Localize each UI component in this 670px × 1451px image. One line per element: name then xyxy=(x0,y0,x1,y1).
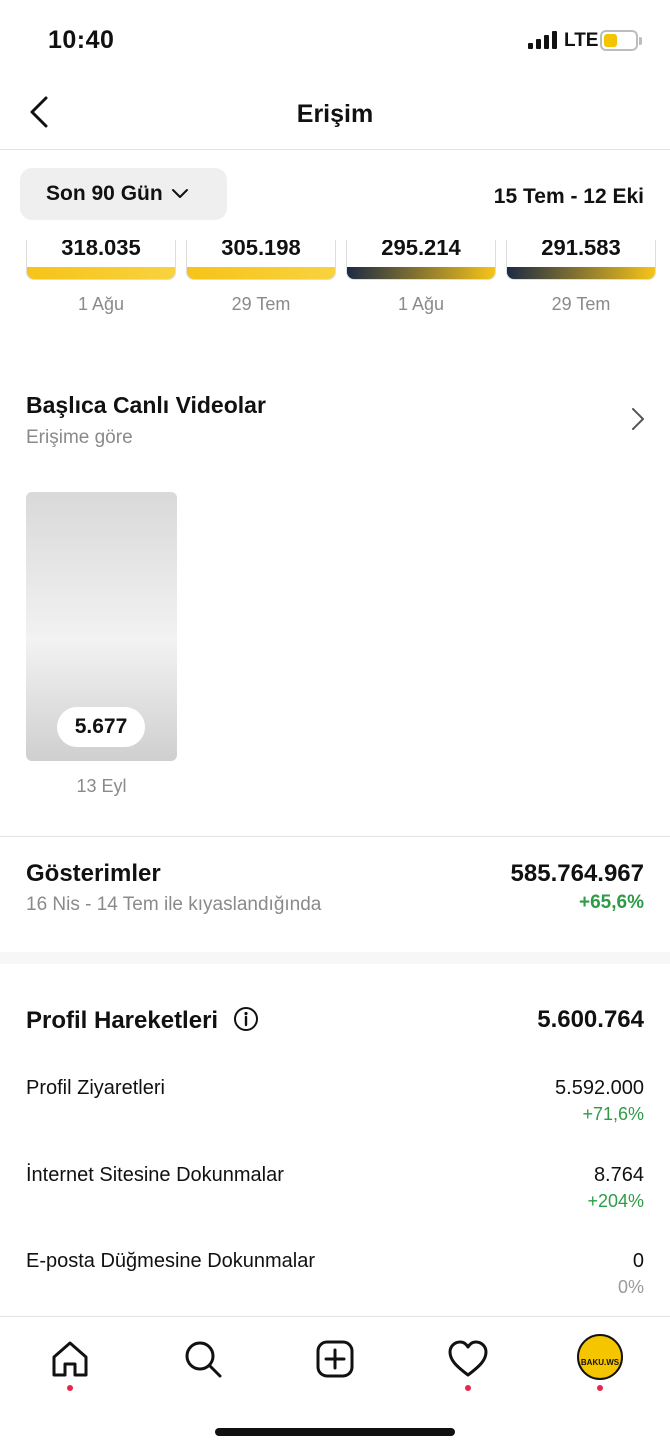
metric-value-block: 0 0% xyxy=(618,1250,644,1298)
date-range-dropdown[interactable]: Son 90 Gün xyxy=(20,168,227,220)
thumbnail-value: 295.214 xyxy=(381,240,461,260)
thumbnail-date: 1 Ağu xyxy=(77,294,125,314)
top-content-strip: 318.035 305.198 295.214 291.583 xyxy=(0,240,670,280)
thumbnail-date: 1 Ağu xyxy=(397,294,445,314)
home-tab[interactable] xyxy=(48,1337,92,1381)
profile-activity-title: Profil Hareketleri xyxy=(26,1007,219,1034)
thumbnail-dates: 1 Ağu 29 Tem 1 Ağu 29 Tem xyxy=(0,294,670,318)
home-indicator xyxy=(215,1428,455,1436)
heart-icon xyxy=(448,1340,488,1377)
status-bar: 10:40 LTE xyxy=(0,0,670,80)
activity-tab[interactable] xyxy=(446,1337,490,1381)
navigation-bar: Erişim xyxy=(0,80,670,150)
live-video-date: 13 Eyl xyxy=(76,776,127,796)
battery-icon xyxy=(600,30,642,51)
date-range-text: 15 Tem - 12 Eki xyxy=(493,185,644,208)
signal-icon xyxy=(528,31,560,49)
metric-change: 0% xyxy=(617,1277,644,1297)
status-time: 10:40 xyxy=(48,26,115,54)
content-thumbnail[interactable]: 295.214 xyxy=(346,240,496,280)
thumbnail-value: 305.198 xyxy=(221,240,301,260)
content-thumbnail[interactable]: 291.583 xyxy=(506,240,656,280)
thumbnail-value: 291.583 xyxy=(541,240,621,260)
page-title: Erişim xyxy=(296,100,374,128)
notification-dot xyxy=(597,1385,603,1391)
metric-value-block: 5.592.000 +71,6% xyxy=(555,1077,644,1125)
live-videos-header[interactable]: Başlıca Canlı Videolar Erişime göre xyxy=(26,392,646,452)
impressions-change: +65,6% xyxy=(579,892,644,913)
live-video-card[interactable]: 5.677 xyxy=(26,492,177,761)
section-title: Başlıca Canlı Videolar xyxy=(26,392,266,418)
profile-activity-header: Profil Hareketleri 5.600.764 xyxy=(26,1006,644,1035)
notification-dot xyxy=(67,1385,73,1391)
thumbnail-date: 29 Tem xyxy=(231,294,291,314)
impressions-value: 585.764.967 +65,6% xyxy=(511,860,644,914)
home-icon xyxy=(52,1341,88,1377)
thumbnail-date: 29 Tem xyxy=(551,294,611,314)
thumbnail-value: 318.035 xyxy=(61,240,141,260)
profile-activity-total: 5.600.764 xyxy=(537,1006,644,1033)
content-thumbnail[interactable]: 318.035 xyxy=(26,240,176,280)
create-tab[interactable] xyxy=(313,1337,357,1381)
chevron-right-icon[interactable] xyxy=(630,406,646,437)
section-subtitle: Erişime göre xyxy=(26,427,133,448)
metric-change: +204% xyxy=(587,1191,644,1211)
divider xyxy=(0,836,670,837)
search-icon xyxy=(185,1341,222,1378)
notification-dot xyxy=(465,1385,471,1391)
metric-label: E-posta Düğmesine Dokunmalar xyxy=(26,1250,316,1272)
section-separator xyxy=(0,952,670,964)
website-taps-row: İnternet Sitesine Dokunmalar 8.764 +204% xyxy=(26,1164,644,1211)
create-icon xyxy=(316,1340,354,1378)
metric-value: 8.764 xyxy=(593,1164,644,1186)
impressions-row: Gösterimler 16 Nis - 14 Tem ile kıyaslan… xyxy=(26,860,644,916)
metric-value: 5.592.000 xyxy=(555,1077,644,1099)
avatar-logo-text: BAKU.WS xyxy=(580,1357,620,1367)
metric-value-block: 8.764 +204% xyxy=(587,1164,644,1212)
chevron-down-icon xyxy=(171,189,188,198)
network-label: LTE xyxy=(564,30,599,51)
metric-label: İnternet Sitesine Dokunmalar xyxy=(26,1164,284,1186)
profile-avatar[interactable]: BAKU.WS xyxy=(577,1334,623,1380)
email-taps-row: E-posta Düğmesine Dokunmalar 0 0% xyxy=(26,1250,644,1297)
profile-visits-row: Profil Ziyaretleri 5.592.000 +71,6% xyxy=(26,1077,644,1124)
live-video-reach: 5.677 xyxy=(57,707,145,747)
info-icon[interactable] xyxy=(233,1006,259,1032)
metric-value: 0 xyxy=(632,1250,644,1272)
search-tab[interactable] xyxy=(181,1337,225,1381)
metric-change: +71,6% xyxy=(582,1104,644,1124)
content-thumbnail[interactable]: 305.198 xyxy=(186,240,336,280)
impressions-total: 585.764.967 xyxy=(510,860,644,887)
date-range-dropdown-label: Son 90 Gün xyxy=(46,182,163,205)
filter-row: Son 90 Gün 15 Tem - 12 Eki xyxy=(0,168,670,222)
metric-label: Profil Ziyaretleri xyxy=(26,1077,165,1099)
